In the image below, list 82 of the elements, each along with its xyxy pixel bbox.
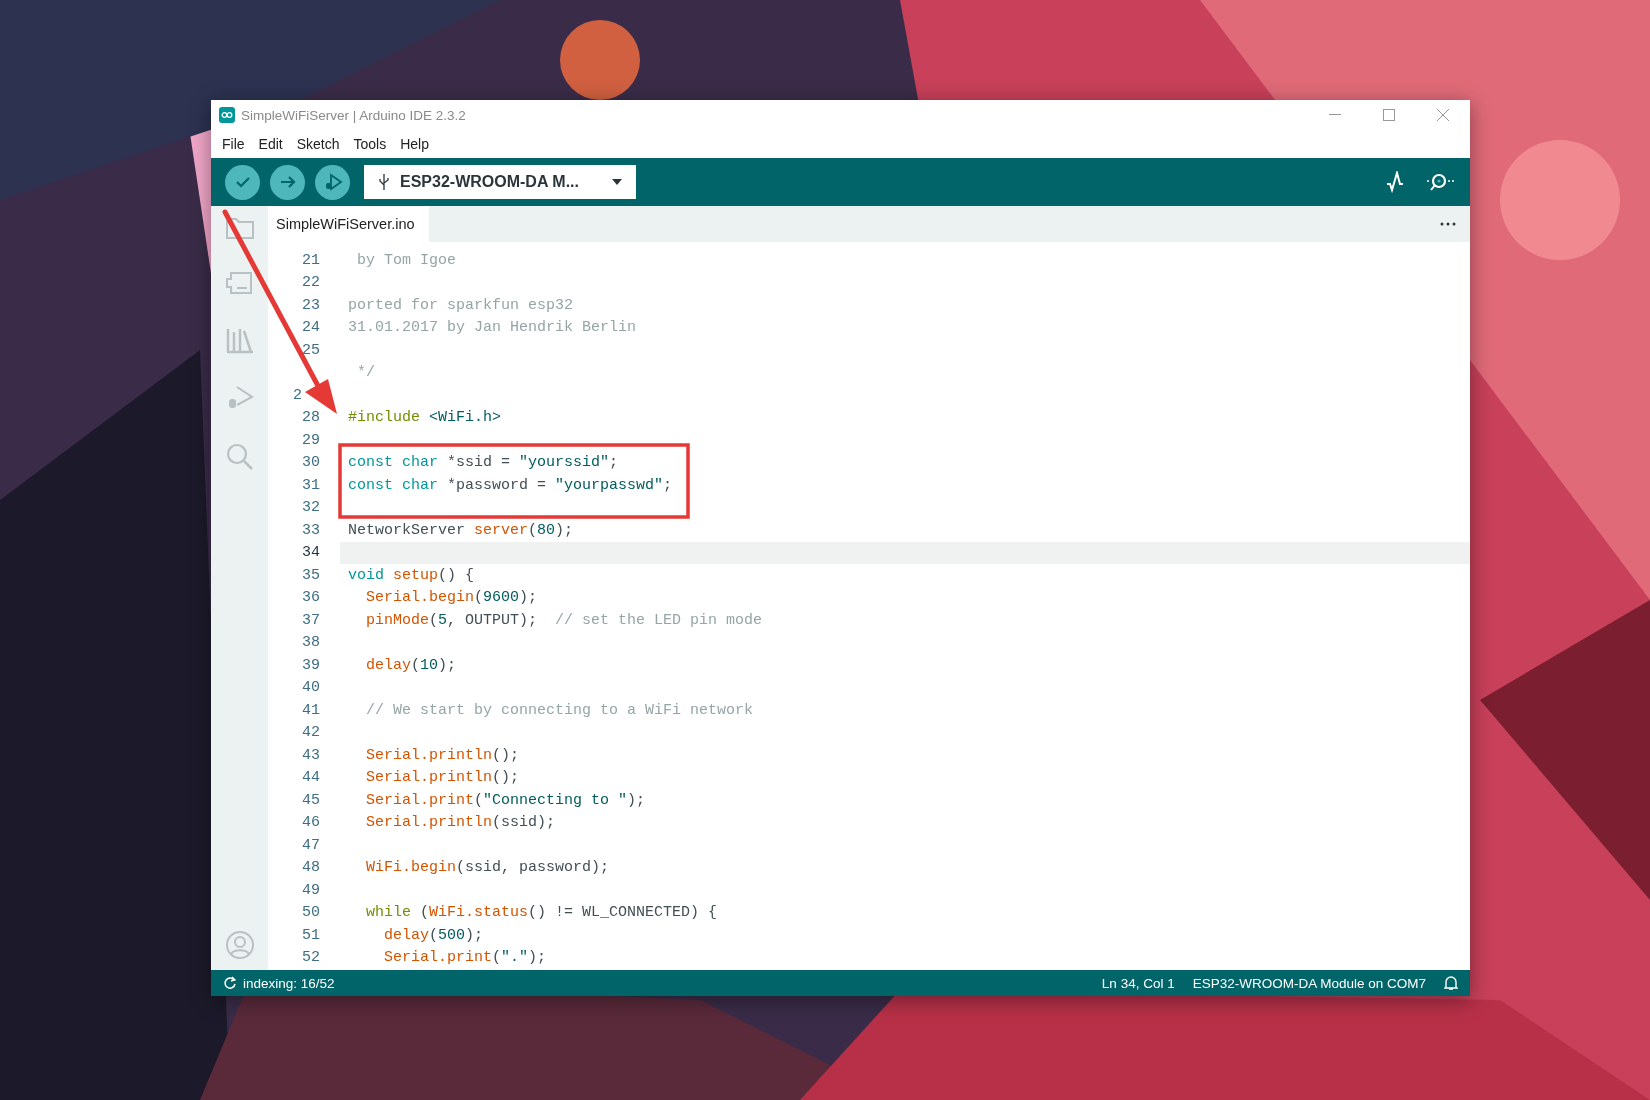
- code-line: delay(10);: [365, 656, 457, 674]
- line-number: 37: [301, 611, 320, 629]
- search-icon[interactable]: [224, 442, 255, 472]
- line-number: 25: [301, 341, 320, 359]
- board-selector[interactable]: ESP32-WROOM-DA M...: [364, 165, 636, 199]
- line-number: 39: [301, 656, 320, 674]
- line-number: 38: [301, 634, 320, 652]
- code-line: // We start by connecting to a WiFi network: [365, 701, 754, 719]
- library-icon[interactable]: [224, 326, 255, 354]
- line-number: 36: [301, 589, 320, 607]
- line-number: 50: [301, 904, 320, 922]
- code-line: while (WiFi.status() != WL_CONNECTED) {: [365, 904, 718, 922]
- menu-item[interactable]: Sketch: [289, 134, 347, 154]
- line-number: 46: [301, 814, 320, 832]
- app-logo-icon: [219, 107, 235, 123]
- minimize-icon[interactable]: [1329, 114, 1341, 116]
- code-line: Serial.print(".");: [383, 949, 547, 967]
- line-number: 43: [301, 746, 320, 764]
- line-number: 23: [301, 296, 320, 314]
- code-line: WiFi.begin(ssid, password);: [365, 859, 610, 877]
- line-number: 29: [301, 431, 320, 449]
- board-status: ESP32-WROOM-DA Module on COM7: [1192, 975, 1426, 991]
- more-icon[interactable]: [1440, 222, 1456, 226]
- caret-icon: [612, 179, 622, 185]
- line-number: 48: [301, 859, 320, 877]
- line-number: 22: [301, 274, 320, 292]
- line-number: 42: [301, 724, 320, 742]
- code-line: Serial.print("Connecting to ");: [365, 791, 646, 809]
- code-line: NetworkServer server(80);: [348, 521, 574, 539]
- line-number: 2: [292, 386, 303, 404]
- line-number: 47: [301, 836, 320, 854]
- line-number: 51: [301, 926, 320, 944]
- code-line: ported for sparkfun esp32: [348, 296, 574, 314]
- debug-button[interactable]: [315, 164, 350, 200]
- code-line: const char *password = "yourpasswd";: [348, 476, 673, 494]
- line-number: 32: [301, 499, 320, 517]
- line-number: 44: [301, 769, 320, 787]
- line-number: 28: [301, 409, 320, 427]
- line-number: 49: [301, 881, 320, 899]
- file-tab[interactable]: SimpleWiFiServer.ino: [268, 206, 429, 242]
- menu-item[interactable]: Tools: [346, 134, 394, 154]
- magnifier-icon[interactable]: [1426, 171, 1456, 193]
- menu-item[interactable]: Edit: [251, 134, 290, 154]
- code-line: delay(500);: [383, 926, 484, 944]
- line-number: 33: [301, 521, 320, 539]
- code-line: Serial.println();: [365, 746, 520, 764]
- line-number: 24: [301, 319, 320, 337]
- window-title: SimpleWiFiServer | Arduino IDE 2.3.2: [241, 107, 466, 123]
- line-number: 31: [301, 476, 320, 494]
- menu-item[interactable]: Help: [393, 134, 436, 154]
- upload-button[interactable]: [270, 164, 305, 200]
- line-number: 41: [301, 701, 320, 719]
- line-number: 35: [301, 566, 320, 584]
- account-icon[interactable]: [224, 930, 255, 960]
- maximize-icon[interactable]: [1383, 109, 1395, 121]
- usb-icon: [378, 173, 390, 191]
- line-number: 52: [301, 949, 320, 967]
- code-line: void setup() {: [348, 566, 475, 584]
- verify-button[interactable]: [225, 164, 260, 200]
- line-number: 21: [301, 251, 320, 269]
- close-icon[interactable]: [1437, 109, 1449, 121]
- line-number: 40: [301, 679, 320, 697]
- folder-icon[interactable]: [224, 216, 255, 240]
- code-line: Serial.begin(9600);: [365, 589, 538, 607]
- code-line: */: [356, 364, 375, 382]
- pulse-icon[interactable]: [1384, 171, 1406, 193]
- code-line: 31.01.2017 by Jan Hendrik Berlin: [348, 319, 637, 337]
- menu-item[interactable]: File: [215, 134, 252, 154]
- cursor-position: Ln 34, Col 1: [1101, 975, 1175, 991]
- code-line: Serial.println();: [365, 769, 520, 787]
- sync-icon: [223, 976, 237, 990]
- indexing-status: indexing: 16/52: [243, 975, 335, 991]
- code-line: pinMode(5, OUTPUT); // set the LED pin mode: [365, 611, 763, 629]
- line-number: 45: [301, 791, 320, 809]
- line-number: 30: [301, 454, 320, 472]
- board-icon[interactable]: [224, 270, 255, 296]
- code-line: #include <WiFi.h>: [348, 409, 502, 427]
- line-number: 34: [301, 544, 320, 562]
- code-line: by Tom Igoe: [356, 251, 457, 269]
- bell-icon[interactable]: [1444, 975, 1458, 991]
- code-line: Serial.println(ssid);: [365, 814, 556, 832]
- code-line: const char *ssid = "yourssid";: [348, 454, 619, 472]
